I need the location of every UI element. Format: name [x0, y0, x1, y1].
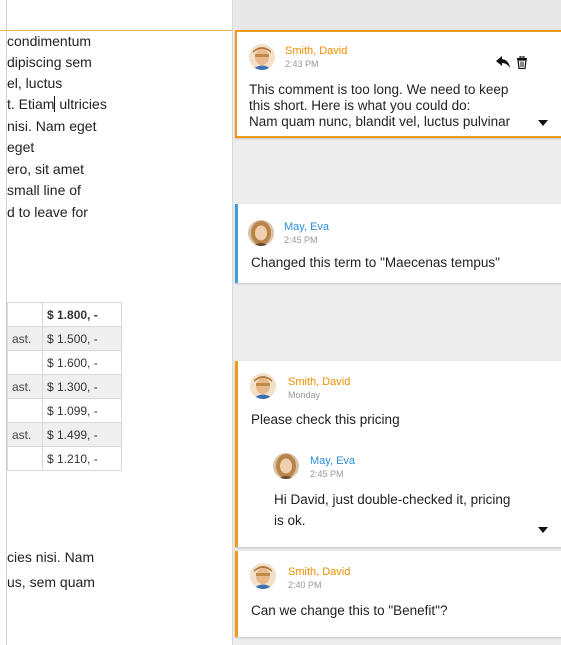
- comment-time: Monday: [288, 390, 321, 400]
- table-cell-price[interactable]: $ 1.099, -: [42, 398, 122, 423]
- document-line[interactable]: dipiscing sem: [7, 54, 92, 70]
- table-row[interactable]: ast. $ 1.499, -: [7, 422, 122, 447]
- avatar-david-icon: [250, 373, 276, 399]
- document-line[interactable]: eget: [7, 139, 34, 155]
- comment-time: 2:40 PM: [288, 580, 322, 590]
- table-cell-label[interactable]: ast.: [7, 422, 43, 447]
- comment-author[interactable]: Smith, David: [285, 45, 347, 57]
- table-cell-label[interactable]: [7, 446, 43, 471]
- comment-text-line: this short. Here is what you could do:: [249, 98, 471, 113]
- document-line[interactable]: small line of: [7, 182, 81, 198]
- pricing-table[interactable]: $ 1.800, - ast. $ 1.500, - $ 1.600, - ast…: [7, 302, 122, 471]
- comment-text: This comment is too long. We need to kee…: [249, 82, 544, 130]
- avatar-david-icon: [249, 44, 275, 70]
- table-cell-label[interactable]: [7, 398, 43, 423]
- table-cell-price[interactable]: $ 1.600, -: [42, 350, 122, 375]
- avatar: [249, 44, 275, 70]
- comment-author[interactable]: May, Eva: [284, 221, 329, 233]
- reply-text-line: Hi David, just double-checked it, pricin…: [274, 492, 511, 507]
- document-line-text[interactable]: ultricies: [59, 96, 106, 112]
- table-cell-price[interactable]: $ 1.499, -: [42, 422, 122, 447]
- reply-text-line: is ok.: [274, 513, 306, 528]
- document-editor[interactable]: condimentum dipiscing sem el, luctus t. …: [0, 0, 233, 645]
- table-cell-label[interactable]: [7, 302, 43, 327]
- table-cell-price[interactable]: $ 1.800, -: [42, 302, 122, 327]
- document-line[interactable]: cies nisi. Nam: [7, 549, 94, 565]
- document-line[interactable]: nisi. Nam eget: [7, 118, 96, 134]
- avatar: [248, 220, 274, 246]
- text-cursor: [54, 96, 56, 112]
- table-cell-label[interactable]: ast.: [7, 326, 43, 351]
- reply-time: 2:45 PM: [310, 469, 344, 479]
- table-cell-price[interactable]: $ 1.210, -: [42, 446, 122, 471]
- table-cell-price[interactable]: $ 1.500, -: [42, 326, 122, 351]
- avatar-eva-icon: [248, 220, 274, 246]
- comment-card[interactable]: Smith, David 2:40 PM Can we change this …: [235, 551, 561, 637]
- comments-panel: Smith, David 2:43 PM This comment is too…: [233, 0, 561, 645]
- table-row[interactable]: ast. $ 1.500, -: [7, 326, 122, 351]
- comment-text-line: Nam quam nunc, blandit vel, luctus pulvi…: [249, 114, 511, 129]
- comment-card-active[interactable]: Smith, David 2:43 PM This comment is too…: [235, 30, 561, 138]
- avatar-eva-icon: [273, 453, 299, 479]
- comment-card[interactable]: May, Eva 2:45 PM Changed this term to "M…: [235, 204, 561, 283]
- comment-author[interactable]: Smith, David: [288, 566, 350, 578]
- comment-card[interactable]: Smith, David Monday Please check this pr…: [235, 361, 561, 547]
- table-cell-label[interactable]: ast.: [7, 374, 43, 399]
- document-line[interactable]: condimentum: [7, 33, 91, 49]
- table-row[interactable]: $ 1.800, -: [7, 302, 122, 327]
- document-line-text[interactable]: t. Etiam: [7, 96, 54, 112]
- trash-icon[interactable]: [516, 55, 528, 70]
- comment-text: Can we change this to "Benefit"?: [251, 603, 448, 618]
- table-row[interactable]: $ 1.099, -: [7, 398, 122, 423]
- document-line[interactable]: t. Etiam ultricies: [7, 96, 107, 112]
- table-cell-price[interactable]: $ 1.300, -: [42, 374, 122, 399]
- avatar-david-icon: [250, 563, 276, 589]
- comment-time: 2:43 PM: [285, 59, 319, 69]
- avatar: [273, 453, 299, 479]
- table-row[interactable]: $ 1.210, -: [7, 446, 122, 471]
- document-line[interactable]: us, sem quam: [7, 574, 95, 590]
- comment-text: Please check this pricing: [251, 412, 400, 427]
- reply-arrow-icon[interactable]: [495, 55, 511, 69]
- document-line[interactable]: d to leave for: [7, 204, 88, 220]
- avatar: [250, 563, 276, 589]
- document-header-bar: [0, 0, 232, 31]
- document-line[interactable]: ero, sit amet: [7, 161, 84, 177]
- reply-author[interactable]: May, Eva: [310, 455, 355, 467]
- comment-time: 2:45 PM: [284, 235, 318, 245]
- table-row[interactable]: $ 1.600, -: [7, 350, 122, 375]
- reply-text: Hi David, just double-checked it, pricin…: [274, 489, 510, 531]
- table-row[interactable]: ast. $ 1.300, -: [7, 374, 122, 399]
- expand-caret-icon[interactable]: [538, 527, 548, 533]
- document-line[interactable]: el, luctus: [7, 75, 62, 91]
- comment-text-line: This comment is too long. We need to kee…: [249, 82, 509, 97]
- expand-caret-icon[interactable]: [538, 120, 548, 126]
- avatar: [250, 373, 276, 399]
- comment-author[interactable]: Smith, David: [288, 376, 350, 388]
- comments-panel-header: [233, 0, 561, 31]
- table-cell-label[interactable]: [7, 350, 43, 375]
- comment-text: Changed this term to "Maecenas tempus": [251, 255, 500, 270]
